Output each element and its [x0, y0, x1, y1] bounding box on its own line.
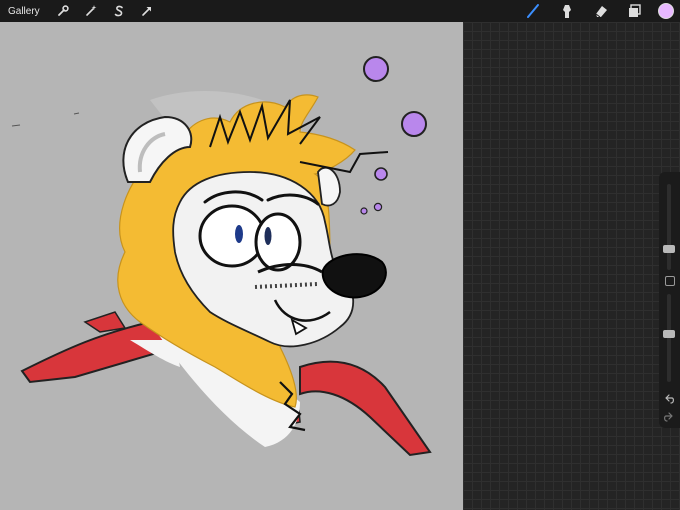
- magic-wand-icon[interactable]: [80, 0, 102, 22]
- transform-arrow-icon[interactable]: [136, 0, 158, 22]
- right-toolset: [510, 0, 674, 22]
- top-toolbar: Gallery: [0, 0, 680, 22]
- modify-button[interactable]: [665, 276, 675, 286]
- layers-icon[interactable]: [624, 0, 646, 22]
- selection-s-icon[interactable]: [108, 0, 130, 22]
- brush-sidebar: [659, 172, 680, 428]
- bear-sketch: [11, 56, 432, 457]
- gallery-button[interactable]: Gallery: [8, 6, 40, 17]
- smudge-icon[interactable]: [556, 0, 578, 22]
- opacity-slider[interactable]: [663, 329, 675, 338]
- opacity-track[interactable]: [667, 294, 671, 382]
- eraser-icon[interactable]: [590, 0, 612, 22]
- drawing-canvas[interactable]: [0, 22, 463, 510]
- brush-size-track[interactable]: [667, 184, 671, 270]
- wrench-icon[interactable]: [52, 0, 74, 22]
- off-canvas-grid: [463, 22, 680, 510]
- brush-size-slider[interactable]: [663, 244, 675, 253]
- brush-icon[interactable]: [522, 0, 544, 22]
- undo-icon[interactable]: [663, 392, 675, 404]
- color-swatch[interactable]: [658, 3, 674, 19]
- redo-icon[interactable]: [663, 410, 675, 422]
